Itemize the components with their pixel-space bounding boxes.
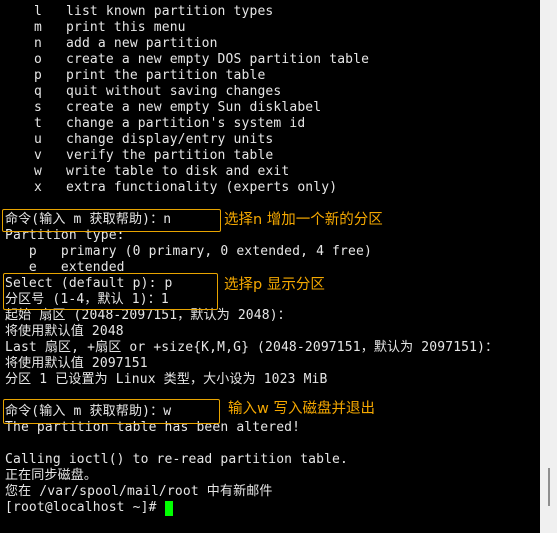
annotation-box-w <box>3 399 220 424</box>
shell-prompt: [root@localhost ~]# <box>5 500 165 515</box>
annotation-box-n <box>2 209 221 232</box>
menu-key: u <box>34 132 42 147</box>
annotation-label-w: 输入w 写入磁盘并退出 <box>228 401 375 417</box>
menu-desc: extra functionality (experts only) <box>66 180 338 195</box>
menu-desc: write table to disk and exit <box>66 164 290 179</box>
menu-desc: change a partition's system id <box>66 116 306 131</box>
menu-key: q <box>34 84 42 99</box>
output-line: p primary (0 primary, 0 extended, 4 free… <box>5 244 372 259</box>
menu-desc: quit without saving changes <box>66 84 282 99</box>
output-line: Calling ioctl() to re-read partition tab… <box>5 452 348 467</box>
output-line: 正在同步磁盘。 <box>5 468 98 483</box>
menu-key: n <box>34 36 42 51</box>
menu-key: s <box>34 100 42 115</box>
annotation-label-p: 选择p 显示分区 <box>224 277 325 293</box>
output-line: 分区 1 已设置为 Linux 类型，大小设为 1023 MiB <box>5 372 328 387</box>
menu-desc: change display/entry units <box>66 132 274 147</box>
output-line: 将使用默认值 2048 <box>5 324 124 339</box>
output-line: 将使用默认值 2097151 <box>5 356 148 371</box>
menu-key: p <box>34 68 42 83</box>
output-line: 您在 /var/spool/mail/root 中有新邮件 <box>5 484 273 499</box>
vertical-scrollbar[interactable] <box>540 0 557 533</box>
menu-key: l <box>34 4 42 19</box>
menu-desc: create a new empty DOS partition table <box>66 52 370 67</box>
menu-desc: list known partition types <box>66 4 274 19</box>
menu-key: o <box>34 52 42 67</box>
annotation-box-p <box>3 273 218 310</box>
terminal-output[interactable]: l list known partition types m print this … <box>0 0 540 533</box>
menu-desc: add a new partition <box>66 36 218 51</box>
scrollbar-thumb[interactable] <box>548 468 550 506</box>
menu-key: x <box>34 180 42 195</box>
menu-desc: print the partition table <box>66 68 266 83</box>
menu-desc: print this menu <box>66 20 186 35</box>
menu-key: m <box>34 20 42 35</box>
menu-key: t <box>34 116 42 131</box>
menu-desc: verify the partition table <box>66 148 274 163</box>
annotation-label-n: 选择n 增加一个新的分区 <box>224 212 383 228</box>
output-line: Last 扇区, +扇区 or +size{K,M,G} (2048-20971… <box>5 340 499 355</box>
output-line: 起始 扇区 (2048-2097151，默认为 2048)： <box>5 308 291 323</box>
menu-key: w <box>34 164 42 179</box>
text-cursor <box>165 501 173 516</box>
menu-key: v <box>34 148 42 163</box>
menu-desc: create a new empty Sun disklabel <box>66 100 322 115</box>
